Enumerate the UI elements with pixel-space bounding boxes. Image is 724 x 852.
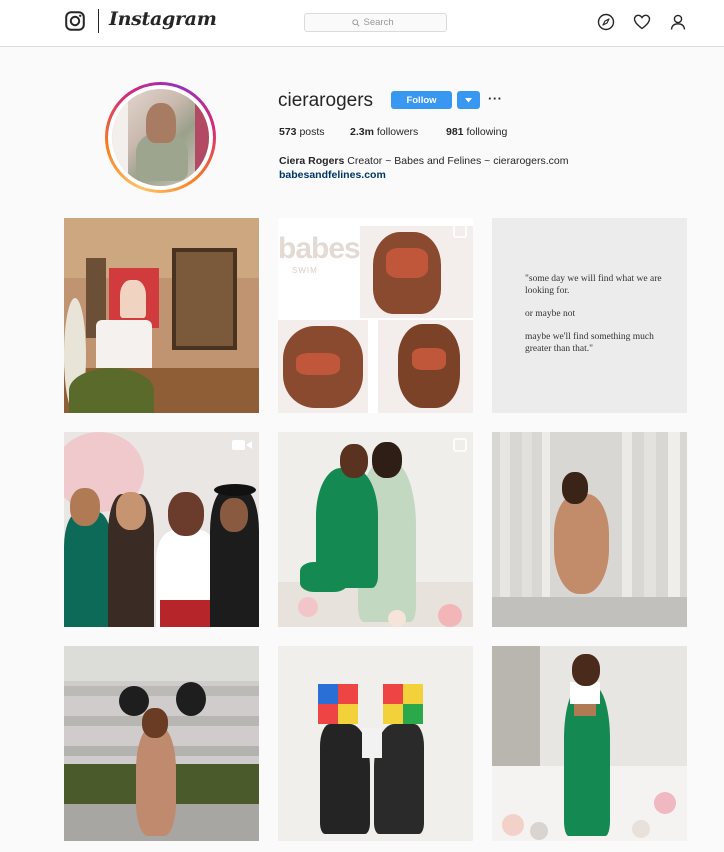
suggested-dropdown-button[interactable] bbox=[457, 91, 480, 109]
post-tile-swimwear-collage-photo[interactable]: babes. SWIM bbox=[278, 218, 473, 413]
post-tile-lamp-posts-photo[interactable] bbox=[492, 432, 687, 627]
carousel-icon bbox=[453, 438, 467, 452]
post-tile-rubiks-mural-photo[interactable] bbox=[278, 646, 473, 841]
instagram-wordmark[interactable]: Instagram bbox=[109, 8, 217, 30]
avatar bbox=[112, 89, 209, 186]
post-tile-hug-photo[interactable] bbox=[278, 432, 473, 627]
heart-icon[interactable] bbox=[633, 13, 651, 31]
followers-count[interactable]: 2.3m followers bbox=[350, 126, 418, 138]
posts-count: 573 posts bbox=[279, 126, 325, 138]
bio-full-name: Ciera Rogers bbox=[279, 155, 345, 167]
quote-text: "some day we will find what we are looki… bbox=[525, 274, 662, 354]
following-count[interactable]: 981 following bbox=[446, 126, 507, 138]
compass-icon[interactable] bbox=[597, 13, 615, 31]
post-tile-quote-photo[interactable]: "some day we will find what we are looki… bbox=[492, 218, 687, 413]
search-input[interactable] bbox=[363, 17, 400, 28]
post-tile-stairs-photo[interactable] bbox=[64, 646, 259, 841]
caret-down-icon bbox=[465, 97, 472, 102]
carousel-icon bbox=[453, 224, 467, 238]
post-tile-group-photo[interactable] bbox=[64, 432, 259, 627]
logo-divider bbox=[98, 9, 99, 33]
post-tile-living-room-photo[interactable] bbox=[64, 218, 259, 413]
profile-username: cierarogers bbox=[278, 90, 374, 111]
bio-link[interactable]: babesandfelines.com bbox=[279, 169, 386, 181]
post-tile-green-suit-photo[interactable] bbox=[492, 646, 687, 841]
video-icon bbox=[232, 440, 252, 450]
search-icon bbox=[351, 18, 360, 27]
top-nav: Instagram bbox=[0, 0, 724, 47]
follow-button[interactable]: Follow bbox=[391, 91, 452, 109]
profile-icon[interactable] bbox=[669, 13, 687, 31]
profile-avatar[interactable] bbox=[105, 82, 216, 193]
bio-text: Creator ~ Babes and Felines ~ cieraroger… bbox=[347, 155, 569, 167]
instagram-glyph-icon[interactable] bbox=[65, 11, 85, 31]
profile-bio: Ciera Rogers Creator ~ Babes and Felines… bbox=[279, 153, 568, 169]
options-button[interactable]: ··· bbox=[488, 92, 503, 106]
search-box[interactable] bbox=[304, 13, 447, 32]
brand-subtext: SWIM bbox=[292, 266, 318, 275]
brand-text: babes. bbox=[278, 232, 368, 265]
